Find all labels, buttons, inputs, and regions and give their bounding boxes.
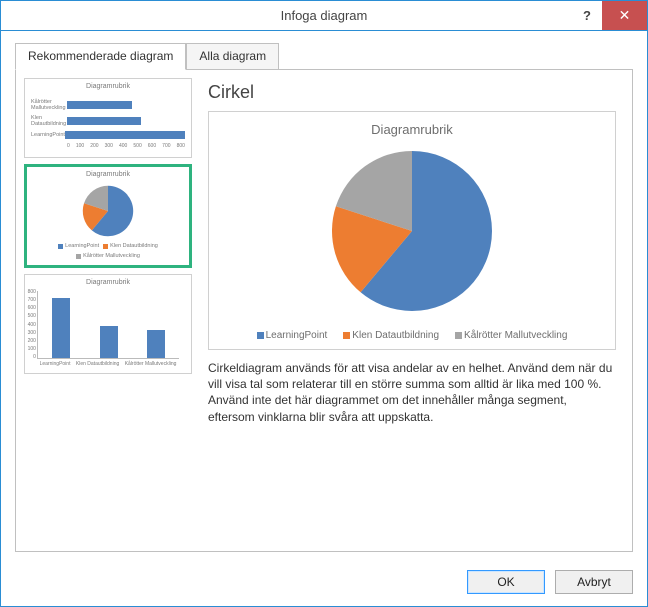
dialog-footer: OK Avbryt: [1, 560, 647, 606]
chart-description: Cirkeldiagram används för att visa andel…: [208, 360, 616, 425]
tabs: Rekommenderade diagram Alla diagram: [15, 43, 633, 70]
thumb-hbar-area: Kålrötter Mallutveckling Klen Datautbild…: [29, 93, 187, 151]
window-title: Infoga diagram: [1, 8, 647, 23]
thumb-hbar-axis: 0100200300400500600700800: [31, 143, 185, 149]
chart-legend: LearningPoint Klen Datautbildning Kålröt…: [217, 330, 607, 341]
thumb-vbar-area: 8007006005004003002001000: [37, 291, 179, 359]
thumb-bar-horizontal[interactable]: Diagramrubrik Kålrötter Mallutveckling K…: [24, 78, 192, 158]
dialog-body: Rekommenderade diagram Alla diagram Diag…: [1, 31, 647, 560]
thumb-bar-vertical[interactable]: Diagramrubrik 8007006005004003002001000: [24, 274, 192, 374]
preview-heading: Cirkel: [208, 82, 616, 103]
dialog-insert-chart: Infoga diagram ? ✕ Rekommenderade diagra…: [0, 0, 648, 607]
tab-all[interactable]: Alla diagram: [186, 43, 279, 69]
thumb-title: Diagramrubrik: [86, 279, 130, 286]
thumb-title: Diagramrubrik: [86, 83, 130, 90]
chart-thumbnails: Diagramrubrik Kålrötter Mallutveckling K…: [24, 78, 192, 543]
cancel-button[interactable]: Avbryt: [555, 570, 633, 594]
pie-icon: [74, 183, 142, 239]
tab-recommended[interactable]: Rekommenderade diagram: [15, 43, 186, 70]
ok-button[interactable]: OK: [467, 570, 545, 594]
thumb-pie[interactable]: Diagramrubrik LearningPoint Klen Datautb…: [24, 164, 192, 268]
pie-chart: [217, 141, 607, 321]
chart-preview: Cirkel Diagramrubrik LearningPoint Klen …: [200, 78, 624, 543]
thumb-title: Diagramrubrik: [86, 171, 130, 178]
titlebar: Infoga diagram ? ✕: [1, 1, 647, 31]
preview-chart-card[interactable]: Diagramrubrik LearningPoint Klen Datautb…: [208, 111, 616, 350]
chart-title: Diagramrubrik: [217, 122, 607, 137]
thumb-pie-legend: LearningPoint Klen Datautbildning Kålröt…: [31, 243, 185, 259]
tab-content: Diagramrubrik Kålrötter Mallutveckling K…: [15, 69, 633, 552]
